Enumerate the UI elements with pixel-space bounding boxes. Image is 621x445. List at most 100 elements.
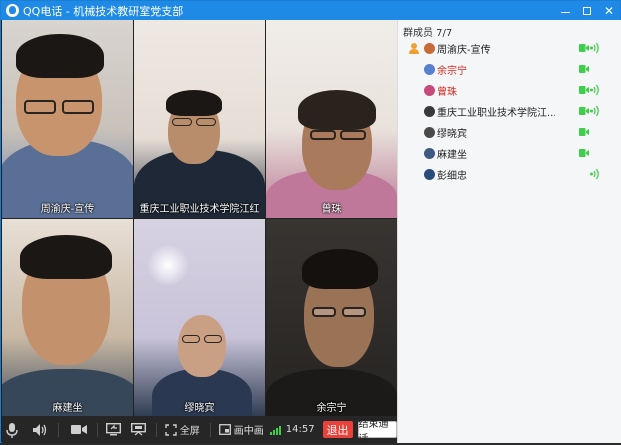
close-button[interactable]: ✕ bbox=[598, 1, 620, 20]
person-hair bbox=[166, 90, 222, 116]
avatar bbox=[424, 127, 435, 138]
person-hair bbox=[16, 34, 104, 78]
qq-call-window: QQ电话 - 机械技术教研室党支部 ✕ 周渝庆-宣传 重庆工业职业技术学院江红 bbox=[0, 0, 621, 445]
member-row[interactable]: 余宗宁 bbox=[398, 59, 621, 80]
toolbar-divider bbox=[96, 422, 98, 437]
toolbar-divider bbox=[155, 422, 157, 437]
ceiling-lamp bbox=[148, 245, 188, 285]
member-name: 麻建坐 bbox=[437, 150, 467, 161]
avatar bbox=[424, 43, 435, 54]
screen-share-button[interactable] bbox=[105, 416, 121, 443]
pip-label: 画中画 bbox=[233, 426, 264, 437]
call-toolbar: 全屏 画中画 14:57 退出 结束通话 bbox=[2, 416, 397, 445]
member-row[interactable]: 麻建坐 bbox=[398, 143, 621, 164]
camera-button[interactable] bbox=[70, 416, 87, 443]
video-name-label: 缪晓宾 bbox=[184, 403, 215, 414]
person-glasses bbox=[340, 130, 366, 140]
camera-on-icon bbox=[579, 86, 589, 94]
video-name-label: 重庆工业职业技术学院江红 bbox=[139, 204, 260, 215]
person-glasses bbox=[310, 130, 336, 140]
camera-on-icon bbox=[579, 65, 589, 73]
video-name-label: 周渝庆-宣传 bbox=[40, 204, 95, 215]
maximize-icon bbox=[583, 6, 591, 15]
video-name-label: 曾珠 bbox=[321, 204, 342, 215]
person-hair bbox=[302, 249, 378, 289]
person-hair bbox=[20, 235, 112, 279]
person-hair bbox=[298, 90, 376, 130]
video-tile[interactable]: 余宗宁 bbox=[266, 219, 397, 417]
maximize-button[interactable] bbox=[576, 1, 598, 20]
camera-on-icon bbox=[579, 128, 589, 136]
microphone-button[interactable] bbox=[6, 416, 18, 443]
person-glasses bbox=[342, 307, 366, 317]
minimize-icon bbox=[560, 12, 570, 13]
toolbar-divider bbox=[58, 422, 59, 437]
avatar bbox=[424, 106, 435, 117]
member-row[interactable]: 重庆工业职业技术学院江... bbox=[398, 101, 621, 122]
video-tile[interactable]: 曾珠 bbox=[266, 20, 397, 218]
close-icon: ✕ bbox=[603, 3, 615, 18]
avatar bbox=[424, 85, 435, 96]
member-row[interactable]: 缪晓宾 bbox=[398, 122, 621, 143]
person-glasses bbox=[196, 118, 216, 126]
host-user-icon bbox=[409, 43, 419, 54]
exit-button[interactable]: 退出 bbox=[322, 421, 353, 438]
member-row[interactable]: 周渝庆-宣传 bbox=[398, 38, 621, 59]
toolbar-divider bbox=[209, 422, 211, 437]
person-glasses bbox=[182, 335, 200, 343]
presentation-icon bbox=[130, 423, 146, 436]
call-duration: 14:57 bbox=[285, 424, 315, 435]
avatar bbox=[424, 64, 435, 75]
speaking-icon bbox=[590, 42, 599, 54]
avatar bbox=[424, 169, 435, 180]
member-row[interactable]: 彭细忠 bbox=[398, 164, 621, 185]
fullscreen-button[interactable]: 全屏 bbox=[165, 416, 200, 443]
microphone-icon bbox=[6, 422, 18, 438]
member-name: 重庆工业职业技术学院江... bbox=[437, 108, 555, 119]
camera-on-icon bbox=[579, 107, 589, 115]
speaker-button[interactable] bbox=[32, 416, 48, 443]
person-face bbox=[178, 315, 226, 377]
video-name-label: 余宗宁 bbox=[316, 403, 347, 414]
person-glasses bbox=[312, 307, 336, 317]
member-name: 缪晓宾 bbox=[437, 129, 467, 140]
screen-share-icon bbox=[105, 423, 121, 436]
video-tile[interactable]: 重庆工业职业技术学院江红 bbox=[134, 20, 265, 218]
video-tile[interactable]: 麻建坐 bbox=[2, 219, 133, 417]
video-tile[interactable]: 缪晓宾 bbox=[134, 219, 265, 417]
member-count-title: 群成员 7/7 bbox=[403, 28, 453, 39]
person-glasses bbox=[24, 100, 56, 114]
title-bar: QQ电话 - 机械技术教研室党支部 ✕ bbox=[1, 1, 620, 20]
camera-on-icon bbox=[579, 44, 589, 52]
person-glasses bbox=[204, 335, 222, 343]
window-title: QQ电话 - 机械技术教研室党支部 bbox=[23, 4, 184, 18]
member-name: 彭细忠 bbox=[437, 171, 467, 182]
member-name: 曾珠 bbox=[437, 87, 457, 98]
avatar bbox=[424, 148, 435, 159]
presentation-button[interactable] bbox=[130, 416, 146, 443]
minimize-button[interactable] bbox=[554, 1, 576, 20]
video-grid: 周渝庆-宣传 重庆工业职业技术学院江红 曾珠 麻建坐 缪晓宾 余宗宁 bbox=[2, 20, 397, 417]
fullscreen-label: 全屏 bbox=[179, 426, 200, 437]
member-name: 余宗宁 bbox=[437, 66, 467, 77]
member-name: 周渝庆-宣传 bbox=[437, 45, 491, 56]
speaker-icon bbox=[33, 423, 47, 436]
fullscreen-icon bbox=[165, 423, 177, 436]
speaking-icon bbox=[590, 168, 599, 180]
person-glasses bbox=[172, 118, 192, 126]
picture-in-picture-icon bbox=[218, 424, 231, 435]
network-signal-icon bbox=[269, 425, 281, 435]
speaking-icon bbox=[590, 105, 599, 117]
window-controls: ✕ bbox=[554, 1, 620, 20]
video-tile[interactable]: 周渝庆-宣传 bbox=[2, 20, 133, 218]
pip-button[interactable]: 画中画 bbox=[218, 416, 264, 443]
qq-logo-icon bbox=[6, 4, 19, 17]
camera-on-icon bbox=[579, 149, 589, 157]
member-panel: 群成员 7/7 周渝庆-宣传 余宗宁 曾珠 重庆工业职业技术学院江... 缪晓宾… bbox=[397, 20, 621, 443]
video-name-label: 麻建坐 bbox=[52, 403, 83, 414]
member-row[interactable]: 曾珠 bbox=[398, 80, 621, 101]
camera-icon bbox=[70, 425, 87, 434]
person-glasses bbox=[62, 100, 94, 114]
speaking-icon bbox=[590, 84, 599, 96]
end-call-button[interactable]: 结束通话 bbox=[357, 419, 397, 445]
